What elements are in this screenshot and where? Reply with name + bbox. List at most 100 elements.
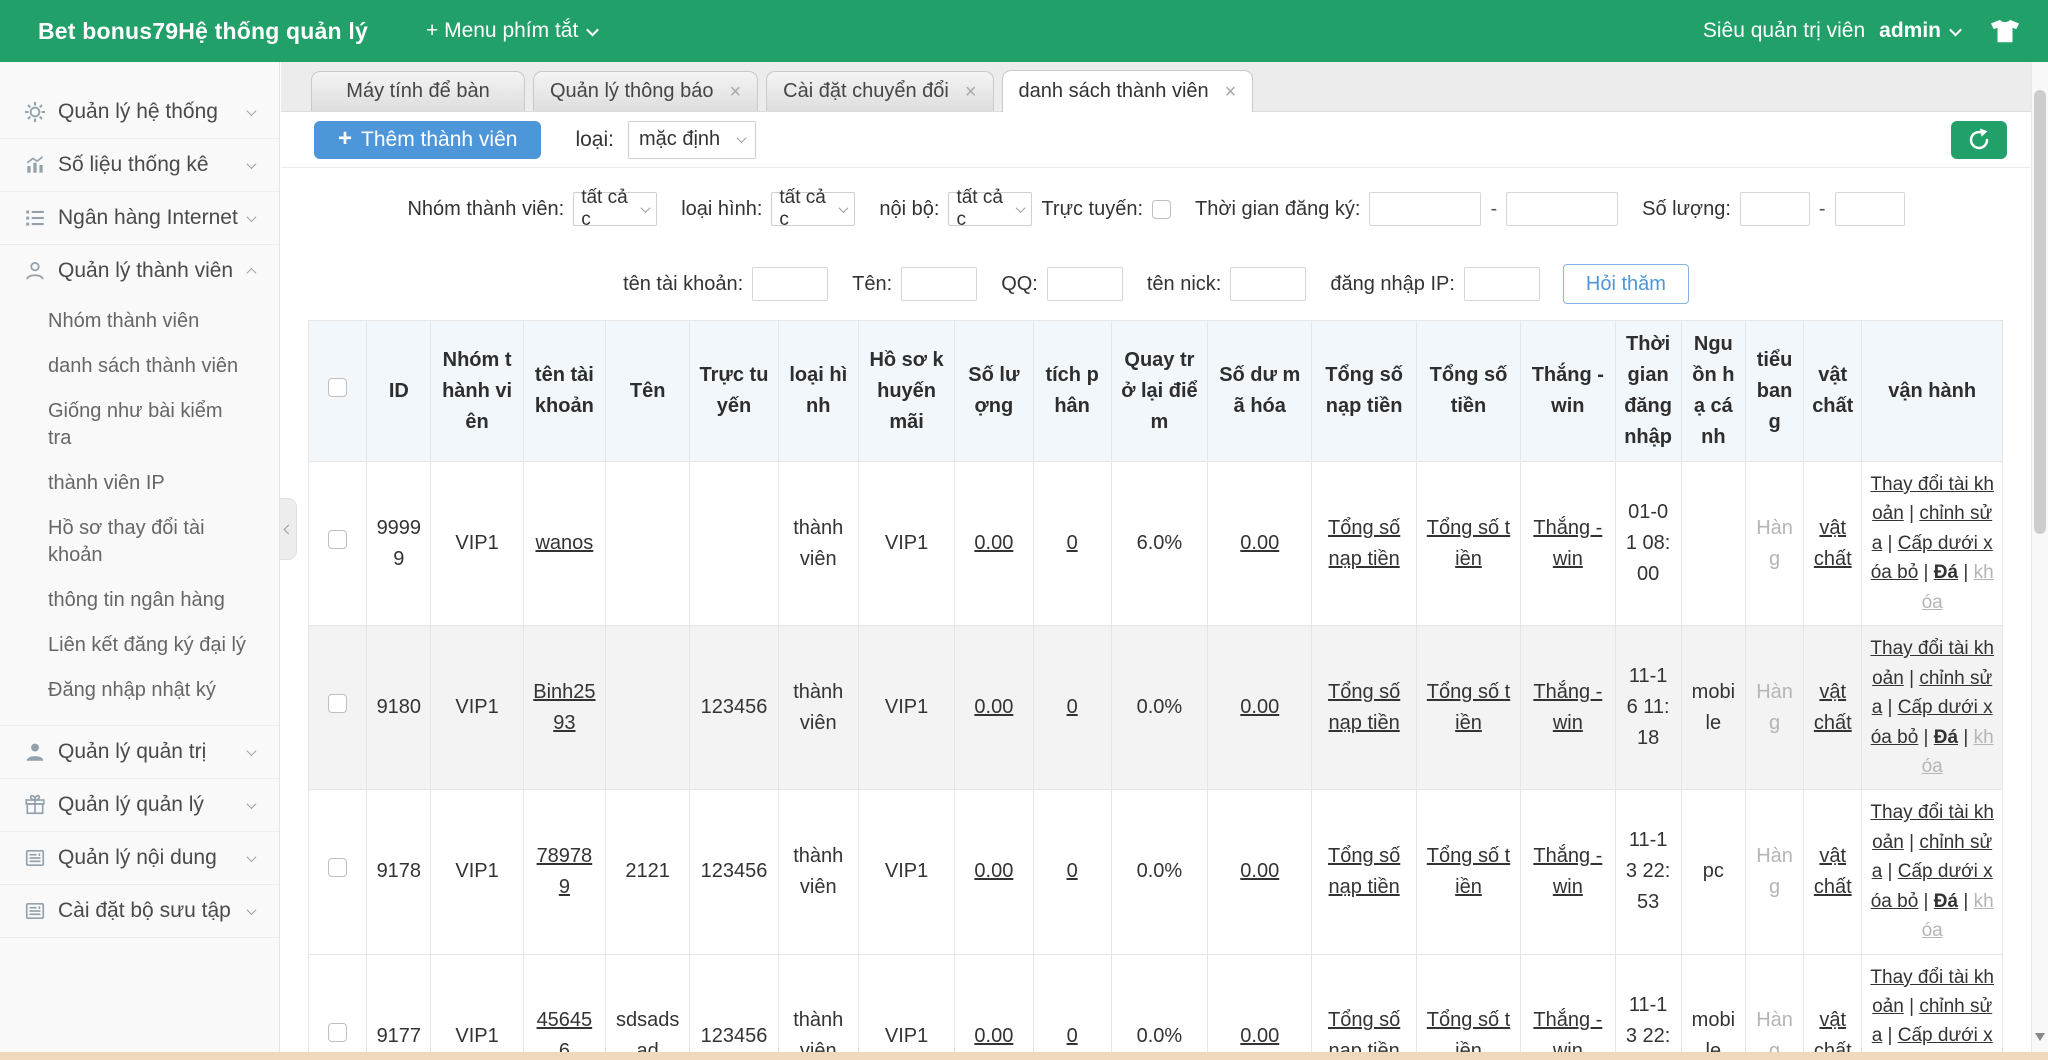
material-link[interactable]: vật chất — [1814, 845, 1852, 898]
win-link[interactable]: Thắng - win — [1533, 681, 1602, 734]
select-all-checkbox[interactable] — [328, 378, 347, 397]
row-checkbox[interactable] — [328, 530, 347, 549]
type-label: loại: — [575, 128, 614, 152]
regtime-from-input[interactable] — [1369, 192, 1481, 226]
login-ip-input[interactable] — [1464, 267, 1540, 301]
total-amount-cell: Tổng số tiền — [1416, 790, 1520, 954]
sidebar-subitem-thong-tin-ngan-hang[interactable]: thông tin ngân hàng — [48, 578, 249, 623]
plus-icon: + — [338, 127, 352, 151]
sidebar-item-quan-ly-quan-tri[interactable]: Quản lý quản trị — [0, 726, 279, 778]
regtime-to-input[interactable] — [1506, 192, 1618, 226]
online-checkbox[interactable] — [1152, 200, 1171, 219]
encrypted-balance-link[interactable]: 0.00 — [1240, 532, 1279, 554]
total-deposit-link[interactable]: Tổng số nạp tiền — [1328, 845, 1400, 898]
close-icon[interactable]: × — [1225, 82, 1237, 102]
account-link[interactable]: wanos — [535, 532, 593, 554]
close-icon[interactable]: × — [729, 82, 741, 102]
amount-to-input[interactable] — [1835, 192, 1905, 226]
total-amount-link[interactable]: Tổng số tiền — [1427, 681, 1510, 734]
points-link[interactable]: 0 — [1067, 1025, 1078, 1047]
encrypted-balance-link[interactable]: 0.00 — [1240, 1025, 1279, 1047]
sidebar-item-so-lieu-thong-ke[interactable]: Số liệu thống kê — [0, 139, 279, 191]
sidebar-subitem-dang-nhap-nhat-ky[interactable]: Đăng nhập nhật ký — [48, 668, 249, 713]
vertical-scrollbar[interactable] — [2031, 62, 2048, 1052]
points-link[interactable]: 0 — [1067, 696, 1078, 718]
total-amount-link[interactable]: Tổng số tiền — [1427, 517, 1510, 570]
amount-link[interactable]: 0.00 — [974, 1025, 1013, 1047]
sidebar-item-quan-ly-he-thong[interactable]: Quản lý hệ thống — [0, 86, 279, 138]
sidebar-item-quan-ly-thanh-vien[interactable]: Quản lý thành viên — [0, 245, 279, 297]
action-separator: | — [1958, 727, 1974, 748]
win-link[interactable]: Thắng - win — [1533, 1009, 1602, 1052]
total-deposit-link[interactable]: Tổng số nạp tiền — [1328, 681, 1400, 734]
sidebar-subitem-ho-so-thay-doi-tai-khoan[interactable]: Hồ sơ thay đổi tài khoản — [48, 506, 249, 578]
sidebar-subitem-lien-ket-dang-ky-dai-ly[interactable]: Liên kết đăng ký đại lý — [48, 623, 249, 668]
points-link[interactable]: 0 — [1067, 532, 1078, 554]
row-checkbox[interactable] — [328, 694, 347, 713]
query-button[interactable]: Hỏi thăm — [1563, 264, 1689, 304]
encrypted-balance-link[interactable]: 0.00 — [1240, 696, 1279, 718]
member-group-select[interactable]: tất cả c — [573, 192, 657, 226]
amount-link[interactable]: 0.00 — [974, 696, 1013, 718]
table-row: 9178VIP17897892121123456thành viênVIP10.… — [309, 790, 2003, 954]
total-amount-link[interactable]: Tổng số tiền — [1427, 845, 1510, 898]
qq-input[interactable] — [1047, 267, 1123, 301]
tab-danh-sach-thanh-vien[interactable]: danh sách thành viên× — [1002, 70, 1254, 112]
action-da[interactable]: Đá — [1934, 727, 1958, 748]
sidebar-subitem-thanh-vien-ip[interactable]: thành viên IP — [48, 461, 249, 506]
tab-may-tinh-de-ban[interactable]: Máy tính để bàn — [311, 71, 525, 111]
scrollbar-thumb[interactable] — [2034, 90, 2046, 534]
chevron-down-icon — [247, 106, 257, 116]
online-cell — [690, 462, 778, 626]
scrollbar-down-arrow-icon[interactable] — [2035, 1033, 2045, 1046]
sidebar-subitem-danh-sach-thanh-vien[interactable]: danh sách thành viên — [48, 344, 249, 389]
id-cell: 9180 — [367, 626, 431, 790]
material-link[interactable]: vật chất — [1814, 681, 1852, 734]
win-link[interactable]: Thắng - win — [1533, 845, 1602, 898]
login-time-cell: 11-16 11:18 — [1615, 626, 1681, 790]
type-filter-select[interactable]: tất cả c — [771, 192, 855, 226]
tab-quan-ly-thong-bao[interactable]: Quản lý thông báo× — [533, 71, 758, 111]
theme-skin-icon[interactable] — [1990, 17, 2020, 45]
material-link[interactable]: vật chất — [1814, 1009, 1852, 1052]
encrypted-balance-link[interactable]: 0.00 — [1240, 860, 1279, 882]
internal-select[interactable]: tất cả c — [948, 192, 1032, 226]
win-link[interactable]: Thắng - win — [1533, 517, 1602, 570]
material-link[interactable]: vật chất — [1814, 517, 1852, 570]
amount-link[interactable]: 0.00 — [974, 532, 1013, 554]
refresh-button[interactable] — [1951, 121, 2007, 159]
sidebar-subitem-nhom-thanh-vien[interactable]: Nhóm thành viên — [48, 299, 249, 344]
sidebar-item-cai-dat-bo-suu-tap[interactable]: Cài đặt bộ sưu tập — [0, 885, 279, 937]
action-da[interactable]: Đá — [1934, 891, 1958, 912]
id-value: 9180 — [377, 696, 422, 718]
internal-filter-label: nội bộ: — [879, 198, 939, 221]
account-link[interactable]: 456456 — [537, 1009, 593, 1052]
points-link[interactable]: 0 — [1067, 860, 1078, 882]
sidebar-item-quan-ly-noi-dung[interactable]: Quản lý nội dung — [0, 832, 279, 884]
action-separator: | — [1918, 727, 1934, 748]
amount-from-input[interactable] — [1740, 192, 1810, 226]
amount-filter-label: Số lượng: — [1642, 198, 1731, 221]
total-deposit-link[interactable]: Tổng số nạp tiền — [1328, 1009, 1400, 1052]
nick-input[interactable] — [1230, 267, 1306, 301]
sidebar-collapse-handle[interactable] — [280, 498, 297, 560]
account-input[interactable] — [752, 267, 828, 301]
user-menu[interactable]: admin — [1879, 19, 1960, 43]
name-input[interactable] — [901, 267, 977, 301]
total-deposit-link[interactable]: Tổng số nạp tiền — [1328, 517, 1400, 570]
row-checkbox[interactable] — [328, 1023, 347, 1042]
sidebar-item-ngan-hang-internet[interactable]: Ngân hàng Internet — [0, 192, 279, 244]
amount-link[interactable]: 0.00 — [974, 860, 1013, 882]
close-icon[interactable]: × — [965, 82, 977, 102]
type-select[interactable]: mặc định — [628, 121, 756, 159]
shortcut-menu-button[interactable]: + Menu phím tắt — [426, 19, 597, 43]
add-member-button[interactable]: + Thêm thành viên — [314, 121, 541, 159]
account-link[interactable]: 789789 — [537, 845, 593, 898]
row-checkbox[interactable] — [328, 858, 347, 877]
sidebar-subitem-giong-nhu-bai-kiem-tra[interactable]: Giống như bài kiểm tra — [48, 389, 249, 461]
account-link[interactable]: Binh2593 — [533, 681, 595, 734]
action-da[interactable]: Đá — [1934, 562, 1958, 583]
sidebar-item-quan-ly-quan-ly[interactable]: Quản lý quản lý — [0, 779, 279, 831]
tab-cai-dat-chuyen-doi[interactable]: Cài đặt chuyển đổi× — [766, 71, 993, 111]
total-amount-link[interactable]: Tổng số tiền — [1427, 1009, 1510, 1052]
